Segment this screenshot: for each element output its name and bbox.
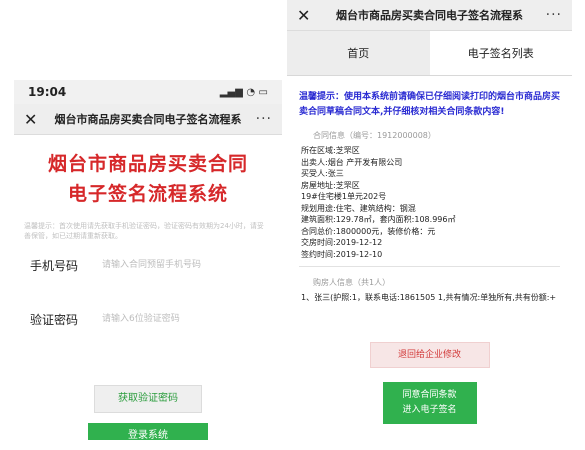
contract-line: 合同总价:1800000元，装修价格：元: [301, 226, 436, 236]
contract-screen: ✕ 烟台市商品房买卖合同电子签名流程系 ··· 首页 电子签名列表 温馨提示：使…: [287, 0, 572, 450]
code-label: 验证密码: [30, 312, 79, 327]
page-title-line-2: 电子签名流程系统: [67, 183, 228, 205]
contract-line: 买受人:张三: [301, 169, 344, 178]
contract-info: 所在区域:芝罘区 出卖人:烟台 产开发有限公司 买受人:张三 房屋地址:芝罘区 …: [301, 145, 560, 260]
status-time: 19:04: [28, 85, 67, 99]
return-to-company-button[interactable]: 退回给企业修改: [369, 342, 490, 368]
page-title-line-1: 烟台市商品房买卖合同: [47, 153, 248, 175]
tab-bar: 首页 电子签名列表: [287, 31, 572, 76]
close-icon[interactable]: ✕: [24, 110, 46, 129]
agree-line-2: 进入电子签名: [402, 405, 457, 415]
contract-header: 合同信息（编号：1912000008）: [313, 131, 436, 140]
contract-line: 交房时间:2019-12-12: [301, 238, 383, 247]
phone-row: 手机号码: [30, 251, 270, 279]
get-code-button[interactable]: 获取验证密码: [94, 385, 202, 413]
divider: [299, 266, 560, 267]
login-button[interactable]: 登录系统: [88, 423, 208, 440]
agree-and-sign-button[interactable]: 同意合同条款 进入电子签名: [382, 382, 477, 424]
buyer-info: 1、张三(护照:1，联系电话:1861505 1,共有情况:单独所有,共有份额:…: [301, 293, 557, 302]
login-screen: 19:04 ▂▄▆ ◔ ▭ ✕ 烟台市商品房买卖合同电子签名流程系 ··· 烟台…: [14, 80, 282, 440]
phone-input[interactable]: [100, 259, 270, 271]
title-bar: ✕ 烟台市商品房买卖合同电子签名流程系 ···: [287, 0, 572, 31]
code-row: 验证密码: [30, 305, 270, 333]
status-bar: 19:04 ▂▄▆ ◔ ▭: [14, 80, 282, 104]
signal-wifi-battery-icon: ▂▄▆ ◔ ▭: [219, 86, 268, 98]
contract-line: 出卖人:烟台 产开发有限公司: [301, 157, 403, 167]
tip-text: 温馨提示：首次使用请先获取手机验证密码，验证密码有效期为24小时，请妥善保管，如…: [24, 222, 264, 240]
contract-line: 建筑面积:129.78㎡，套内面积:108.996㎡: [301, 215, 456, 224]
close-icon[interactable]: ✕: [297, 6, 319, 25]
contract-line: 房屋地址:芝罘区: [301, 180, 360, 190]
tab-home[interactable]: 首页: [287, 31, 430, 75]
window-title: 烟台市商品房买卖合同电子签名流程系: [54, 113, 242, 126]
more-icon[interactable]: ···: [250, 111, 272, 127]
more-icon[interactable]: ···: [540, 7, 562, 23]
contract-line: 规划用途:住宅、建筑结构：钢混: [301, 203, 416, 213]
window-title: 烟台市商品房买卖合同电子签名流程系: [336, 9, 523, 22]
title-bar: ✕ 烟台市商品房买卖合同电子签名流程系 ···: [14, 104, 282, 135]
agree-line-1: 同意合同条款: [402, 390, 457, 400]
code-input[interactable]: [100, 313, 270, 325]
contract-line: 签约时间:2019-12-10: [301, 249, 383, 259]
contract-line: 19#住宅楼1单元202号: [301, 192, 387, 201]
buyer-header: 购房人信息（共1人）: [313, 278, 391, 287]
warning-text: 温馨提示：使用本系统前请确保已仔细阅读打印的烟台市商品房买卖合同草稿合同文本,并…: [299, 92, 561, 117]
contract-line: 所在区域:芝罘区: [301, 146, 360, 155]
page-title: 烟台市商品房买卖合同 电子签名流程系统: [14, 149, 282, 209]
tab-signature-list[interactable]: 电子签名列表: [430, 31, 573, 75]
phone-label: 手机号码: [30, 258, 79, 273]
